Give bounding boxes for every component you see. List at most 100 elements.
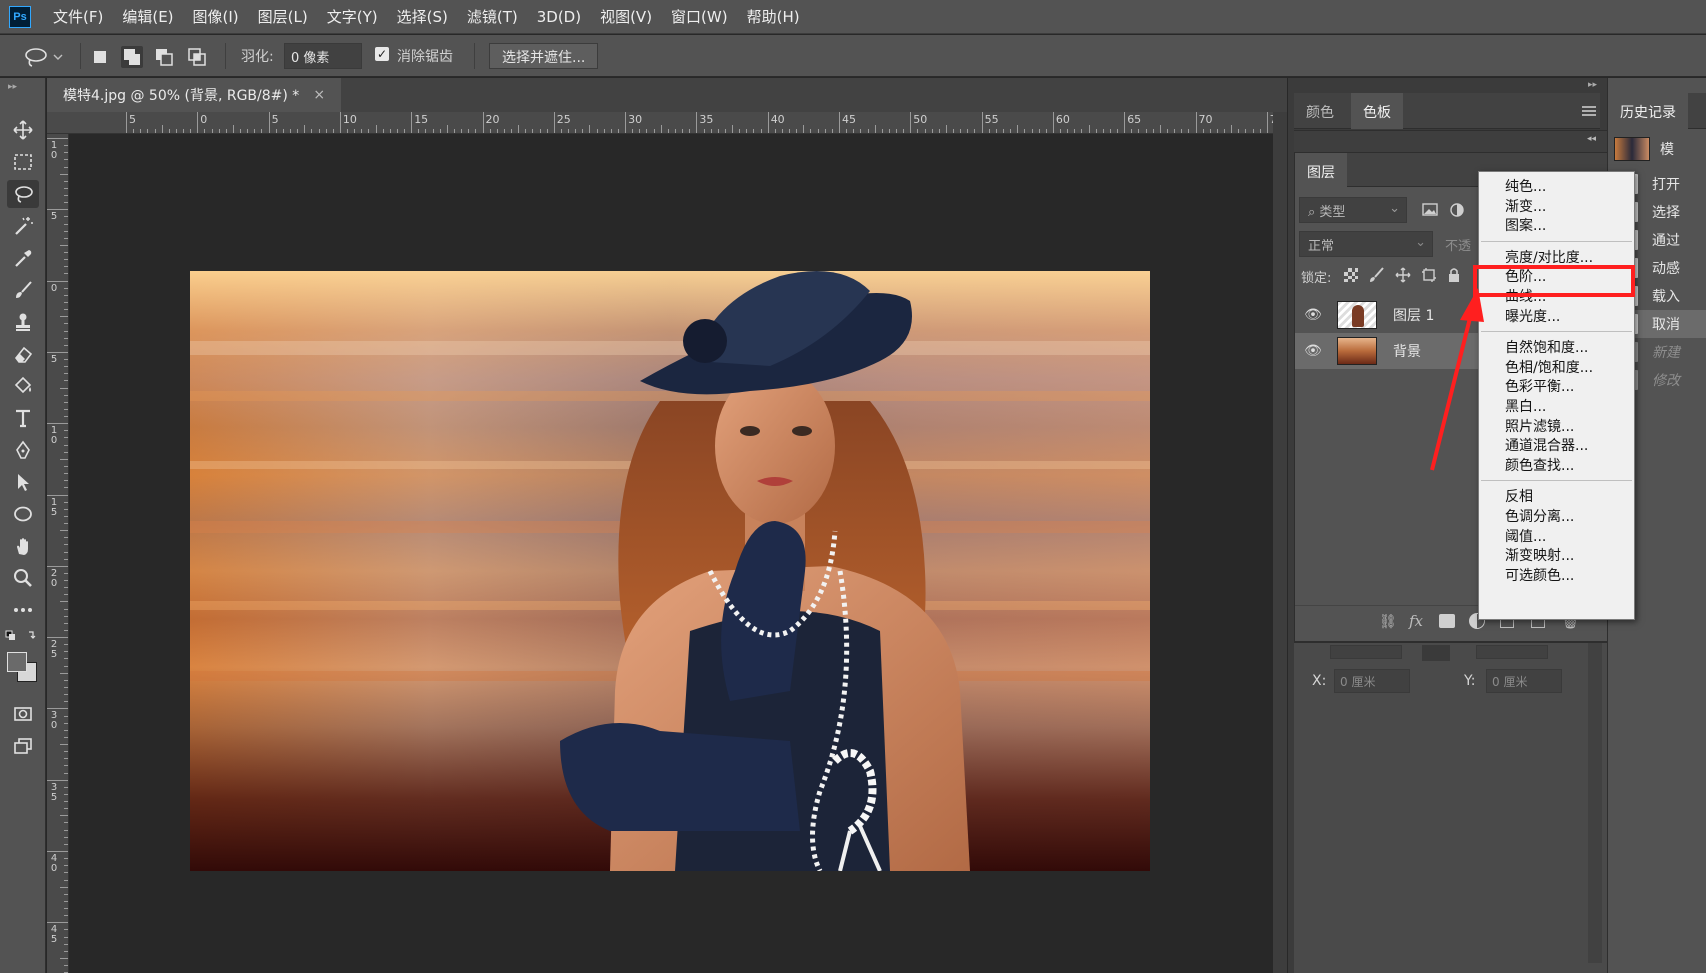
- ellipse-tool[interactable]: [7, 500, 39, 528]
- ruler-label: 3 5: [50, 781, 58, 803]
- visibility-eye-icon[interactable]: 👁: [1295, 343, 1331, 359]
- menu-help[interactable]: 帮助(H): [747, 6, 800, 27]
- link-dimensions-icon[interactable]: [1422, 645, 1450, 661]
- eyedropper-tool[interactable]: [7, 244, 39, 272]
- select-and-mask-button[interactable]: 选择并遮住...: [489, 43, 599, 69]
- color-swatches[interactable]: [5, 648, 41, 684]
- antialias-checkbox[interactable]: ✓: [375, 47, 389, 61]
- lock-position-icon[interactable]: [1395, 267, 1411, 283]
- move-tool[interactable]: [7, 116, 39, 144]
- ruler-minor-tick: [190, 129, 192, 133]
- more-tools-button[interactable]: [7, 596, 39, 624]
- document-tab-title: 模特4.jpg @ 50% (背景, RGB/8#) *: [63, 88, 300, 104]
- paint-bucket-tool[interactable]: [7, 372, 39, 400]
- layer-filter-select[interactable]: ⌕ 类型 ⌄: [1299, 197, 1407, 223]
- adjustment-menu-item[interactable]: 自然饱和度...: [1479, 338, 1634, 358]
- ruler-label: 15: [414, 113, 429, 126]
- menu-file[interactable]: 文件(F): [53, 6, 103, 27]
- magic-wand-tool[interactable]: [7, 212, 39, 240]
- adjustment-menu-item[interactable]: 可选颜色...: [1479, 566, 1634, 586]
- collapse-panel-icon[interactable]: ◂◂: [1587, 134, 1596, 144]
- subtract-selection-button[interactable]: [153, 46, 175, 68]
- adjustment-menu-item[interactable]: 图案...: [1479, 216, 1634, 236]
- link-layers-icon[interactable]: ⛓: [1379, 614, 1397, 630]
- canvas-vertical-scrollbar[interactable]: [1273, 112, 1287, 973]
- add-mask-icon[interactable]: [1439, 614, 1455, 628]
- visibility-eye-icon[interactable]: 👁: [1295, 307, 1331, 323]
- add-selection-button[interactable]: [121, 46, 143, 68]
- ruler-minor-tick: [325, 129, 327, 133]
- ruler-tick: [910, 112, 912, 133]
- properties-h-input[interactable]: [1476, 645, 1548, 659]
- adjustment-menu-item[interactable]: 阈值...: [1479, 527, 1634, 547]
- menu-view[interactable]: 视图(V): [600, 6, 652, 27]
- filter-adjustment-icon[interactable]: [1447, 201, 1467, 219]
- ruler-minor-tick: [753, 129, 755, 133]
- intersect-selection-button[interactable]: [186, 46, 208, 68]
- adjustment-menu-item[interactable]: 色调分离...: [1479, 507, 1634, 527]
- menu-filter[interactable]: 滤镜(T): [467, 6, 518, 27]
- adjustment-menu-item[interactable]: 通道混合器...: [1479, 436, 1634, 456]
- adjustment-menu-item[interactable]: 黑白...: [1479, 397, 1634, 417]
- ruler-minor-tick: [64, 159, 68, 161]
- adjustment-menu-item[interactable]: 纯色...: [1479, 177, 1634, 197]
- collapse-dock-icon[interactable]: ▸▸: [1588, 80, 1597, 90]
- type-tool[interactable]: [7, 404, 39, 432]
- y-position-input[interactable]: 0 厘米: [1486, 669, 1562, 693]
- fx-icon[interactable]: fx: [1409, 612, 1423, 630]
- feather-input[interactable]: 0 像素: [284, 43, 362, 69]
- ruler-label: 55: [984, 113, 999, 126]
- menu-image[interactable]: 图像(I): [193, 6, 239, 27]
- lock-image-pixels-icon[interactable]: [1369, 267, 1385, 283]
- tab-history[interactable]: 历史记录: [1608, 93, 1688, 129]
- pen-tool[interactable]: [7, 436, 39, 464]
- menu-edit[interactable]: 编辑(E): [122, 6, 173, 27]
- lock-transparent-pixels-icon[interactable]: [1343, 267, 1359, 283]
- marquee-tool[interactable]: [7, 148, 39, 176]
- screen-mode-button[interactable]: [7, 732, 39, 760]
- menu-select[interactable]: 选择(S): [397, 6, 448, 27]
- tab-layers[interactable]: 图层: [1295, 153, 1347, 187]
- brush-tool[interactable]: [7, 276, 39, 304]
- swap-colors-button[interactable]: [5, 628, 41, 644]
- zoom-tool[interactable]: [7, 564, 39, 592]
- menu-type[interactable]: 文字(Y): [327, 6, 378, 27]
- foreground-color-swatch[interactable]: [7, 652, 27, 672]
- menu-3d[interactable]: 3D(D): [537, 8, 581, 26]
- adjustment-menu-item[interactable]: 曝光度...: [1479, 307, 1634, 327]
- filter-image-icon[interactable]: [1420, 201, 1440, 219]
- blend-mode-select[interactable]: 正常 ⌄: [1299, 231, 1433, 257]
- menu-layer[interactable]: 图层(L): [258, 6, 308, 27]
- new-selection-icon: [94, 51, 106, 63]
- hand-tool[interactable]: [7, 532, 39, 560]
- quick-mask-button[interactable]: [7, 700, 39, 728]
- properties-w-input[interactable]: [1330, 645, 1402, 659]
- eyedropper-icon: [15, 250, 32, 267]
- properties-scrollbar[interactable]: [1588, 643, 1602, 963]
- adjustment-menu-item[interactable]: 渐变...: [1479, 197, 1634, 217]
- stamp-tool[interactable]: [7, 308, 39, 336]
- document-image[interactable]: [190, 271, 1150, 871]
- tool-preset-picker[interactable]: [22, 45, 66, 69]
- path-selection-tool[interactable]: [7, 468, 39, 496]
- document-tab[interactable]: 模特4.jpg @ 50% (背景, RGB/8#) * ×: [47, 78, 342, 112]
- history-snapshot[interactable]: 模: [1608, 134, 1706, 164]
- tab-color[interactable]: 颜色: [1294, 93, 1346, 129]
- adjustment-menu-item[interactable]: 颜色查找...: [1479, 456, 1634, 476]
- collapse-toolbar-icon[interactable]: ▸▸: [8, 82, 17, 92]
- adjustment-menu-item[interactable]: 渐变映射...: [1479, 546, 1634, 566]
- new-selection-button[interactable]: [89, 46, 111, 68]
- menu-window[interactable]: 窗口(W): [671, 6, 728, 27]
- x-position-input[interactable]: 0 厘米: [1334, 669, 1410, 693]
- color-panel-menu-icon[interactable]: [1582, 106, 1596, 116]
- adjustment-menu-item[interactable]: 色相/饱和度...: [1479, 358, 1634, 378]
- close-tab-icon[interactable]: ×: [313, 87, 325, 103]
- menu-bar: Ps 文件(F) 编辑(E) 图像(I) 图层(L) 文字(Y) 选择(S) 滤…: [0, 0, 1706, 34]
- ruler-minor-tick: [64, 223, 68, 225]
- adjustment-menu-item[interactable]: 反相: [1479, 487, 1634, 507]
- adjustment-menu-item[interactable]: 色彩平衡...: [1479, 377, 1634, 397]
- eraser-tool[interactable]: [7, 340, 39, 368]
- lasso-tool[interactable]: [7, 180, 39, 208]
- tab-swatches[interactable]: 色板: [1351, 93, 1403, 129]
- adjustment-menu-item[interactable]: 照片滤镜...: [1479, 417, 1634, 437]
